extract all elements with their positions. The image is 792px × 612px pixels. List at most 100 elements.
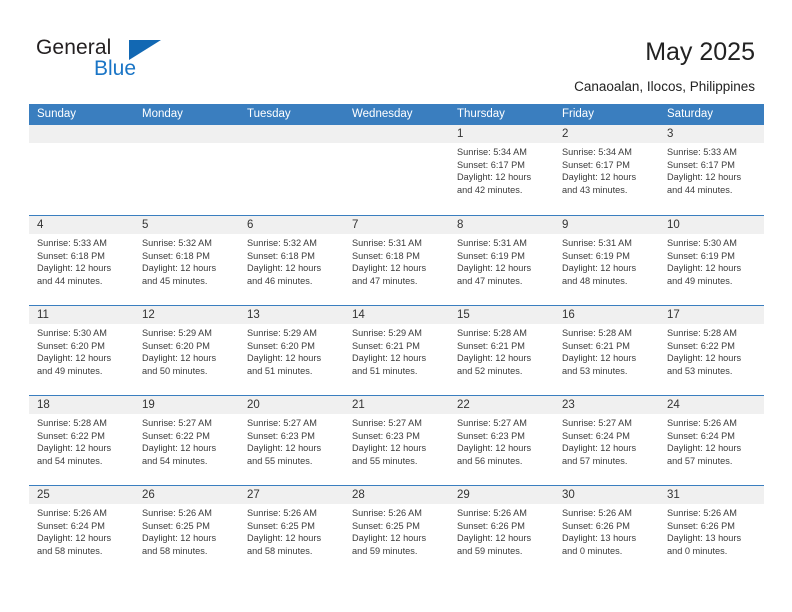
sunrise-text: Sunrise: 5:28 AM — [562, 328, 632, 338]
day-number: 15 — [449, 306, 554, 324]
day-cell[interactable]: 30 Sunrise: 5:26 AM Sunset: 6:26 PM Dayligh… — [554, 486, 659, 575]
day-cell[interactable]: 2 Sunrise: 5:34 AM Sunset: 6:17 PM Daylight… — [554, 125, 659, 215]
day-number: 27 — [239, 486, 344, 504]
day-cell[interactable]: 6 Sunrise: 5:32 AM Sunset: 6:18 PM Daylight… — [239, 216, 344, 305]
daylight-text: Daylight: 12 hours and 57 minutes. — [562, 443, 637, 466]
day-number: 7 — [344, 216, 449, 234]
day-details: Sunrise: 5:31 AM Sunset: 6:18 PM Daylight:… — [344, 234, 449, 287]
day-details: Sunrise: 5:27 AM Sunset: 6:22 PM Daylight:… — [134, 414, 239, 467]
day-number: 18 — [29, 396, 134, 414]
sunrise-text: Sunrise: 5:32 AM — [142, 238, 212, 248]
weekday-header-monday: Monday — [142, 108, 183, 120]
day-cell[interactable]: 10 Sunrise: 5:30 AM Sunset: 6:19 PM Dayligh… — [659, 216, 764, 305]
daylight-text: Daylight: 12 hours and 54 minutes. — [37, 443, 112, 466]
day-details: Sunrise: 5:26 AM Sunset: 6:24 PM Daylight:… — [29, 504, 134, 557]
sunrise-text: Sunrise: 5:34 AM — [457, 147, 527, 157]
daylight-text: Daylight: 12 hours and 55 minutes. — [247, 443, 322, 466]
day-cell-empty — [134, 125, 239, 215]
sunrise-text: Sunrise: 5:27 AM — [352, 418, 422, 428]
day-cell[interactable]: 17 Sunrise: 5:28 AM Sunset: 6:22 PM Dayligh… — [659, 306, 764, 395]
day-cell[interactable]: 25 Sunrise: 5:26 AM Sunset: 6:24 PM Dayligh… — [29, 486, 134, 575]
daylight-text: Daylight: 12 hours and 59 minutes. — [352, 533, 427, 556]
location-subtitle: Canaoalan, Ilocos, Philippines — [574, 79, 755, 94]
sunrise-text: Sunrise: 5:31 AM — [457, 238, 527, 248]
calendar-grid: Sunday Monday Tuesday Wednesday Thursday Frid… — [29, 104, 764, 575]
day-number: 3 — [659, 125, 764, 143]
day-cell[interactable]: 21 Sunrise: 5:27 AM Sunset: 6:23 PM Dayligh… — [344, 396, 449, 485]
day-details: Sunrise: 5:28 AM Sunset: 6:21 PM Daylight:… — [449, 324, 554, 377]
day-cell[interactable]: 5 Sunrise: 5:32 AM Sunset: 6:18 PM Daylight… — [134, 216, 239, 305]
daylight-text: Daylight: 12 hours and 47 minutes. — [352, 263, 427, 286]
day-details: Sunrise: 5:34 AM Sunset: 6:17 PM Daylight:… — [449, 143, 554, 196]
day-cell[interactable]: 11 Sunrise: 5:30 AM Sunset: 6:20 PM Dayligh… — [29, 306, 134, 395]
day-number: 2 — [554, 125, 659, 143]
day-details: Sunrise: 5:26 AM Sunset: 6:24 PM Daylight:… — [659, 414, 764, 467]
day-cell[interactable]: 24 Sunrise: 5:26 AM Sunset: 6:24 PM Dayligh… — [659, 396, 764, 485]
week-row: 11 Sunrise: 5:30 AM Sunset: 6:20 PM Dayligh… — [29, 305, 764, 395]
daylight-text: Daylight: 12 hours and 49 minutes. — [667, 263, 742, 286]
sunrise-text: Sunrise: 5:26 AM — [142, 508, 212, 518]
day-cell[interactable]: 22 Sunrise: 5:27 AM Sunset: 6:23 PM Dayligh… — [449, 396, 554, 485]
day-details: Sunrise: 5:28 AM Sunset: 6:22 PM Daylight:… — [29, 414, 134, 467]
sunrise-text: Sunrise: 5:34 AM — [562, 147, 632, 157]
sunrise-text: Sunrise: 5:27 AM — [247, 418, 317, 428]
day-cell[interactable]: 14 Sunrise: 5:29 AM Sunset: 6:21 PM Dayligh… — [344, 306, 449, 395]
daylight-text: Daylight: 12 hours and 52 minutes. — [457, 353, 532, 376]
day-cell[interactable]: 23 Sunrise: 5:27 AM Sunset: 6:24 PM Dayligh… — [554, 396, 659, 485]
sunset-text: Sunset: 6:20 PM — [142, 340, 210, 351]
day-cell[interactable]: 18 Sunrise: 5:28 AM Sunset: 6:22 PM Dayligh… — [29, 396, 134, 485]
weekday-header-row: Sunday Monday Tuesday Wednesday Thursday Frid… — [29, 104, 764, 125]
day-cell[interactable]: 9 Sunrise: 5:31 AM Sunset: 6:19 PM Daylight… — [554, 216, 659, 305]
day-cell[interactable]: 8 Sunrise: 5:31 AM Sunset: 6:19 PM Daylight… — [449, 216, 554, 305]
sunset-text: Sunset: 6:21 PM — [457, 340, 525, 351]
day-details: Sunrise: 5:26 AM Sunset: 6:26 PM Daylight:… — [449, 504, 554, 557]
sunrise-text: Sunrise: 5:32 AM — [247, 238, 317, 248]
weekday-header-saturday: Saturday — [667, 108, 714, 120]
sunrise-text: Sunrise: 5:26 AM — [37, 508, 107, 518]
day-cell[interactable]: 15 Sunrise: 5:28 AM Sunset: 6:21 PM Dayligh… — [449, 306, 554, 395]
day-cell[interactable]: 20 Sunrise: 5:27 AM Sunset: 6:23 PM Dayligh… — [239, 396, 344, 485]
day-cell[interactable]: 26 Sunrise: 5:26 AM Sunset: 6:25 PM Dayligh… — [134, 486, 239, 575]
sunset-text: Sunset: 6:22 PM — [142, 430, 210, 441]
weekday-header-wednesday: Wednesday — [352, 108, 413, 120]
day-cell[interactable]: 12 Sunrise: 5:29 AM Sunset: 6:20 PM Dayligh… — [134, 306, 239, 395]
sunset-text: Sunset: 6:26 PM — [457, 520, 525, 531]
week-row: 1 Sunrise: 5:34 AM Sunset: 6:17 PM Daylight… — [29, 125, 764, 215]
sunrise-text: Sunrise: 5:30 AM — [667, 238, 737, 248]
day-cell[interactable]: 1 Sunrise: 5:34 AM Sunset: 6:17 PM Daylight… — [449, 125, 554, 215]
sunrise-text: Sunrise: 5:29 AM — [142, 328, 212, 338]
day-details: Sunrise: 5:32 AM Sunset: 6:18 PM Daylight:… — [134, 234, 239, 287]
day-cell[interactable]: 13 Sunrise: 5:29 AM Sunset: 6:20 PM Dayligh… — [239, 306, 344, 395]
day-cell[interactable]: 27 Sunrise: 5:26 AM Sunset: 6:25 PM Dayligh… — [239, 486, 344, 575]
day-cell[interactable]: 3 Sunrise: 5:33 AM Sunset: 6:17 PM Daylight… — [659, 125, 764, 215]
sunset-text: Sunset: 6:17 PM — [667, 159, 735, 170]
daylight-text: Daylight: 12 hours and 54 minutes. — [142, 443, 217, 466]
day-cell[interactable]: 4 Sunrise: 5:33 AM Sunset: 6:18 PM Daylight… — [29, 216, 134, 305]
sunrise-text: Sunrise: 5:29 AM — [247, 328, 317, 338]
sunrise-text: Sunrise: 5:28 AM — [457, 328, 527, 338]
sunset-text: Sunset: 6:23 PM — [457, 430, 525, 441]
day-cell[interactable]: 19 Sunrise: 5:27 AM Sunset: 6:22 PM Dayligh… — [134, 396, 239, 485]
day-cell[interactable]: 16 Sunrise: 5:28 AM Sunset: 6:21 PM Dayligh… — [554, 306, 659, 395]
day-cell[interactable]: 7 Sunrise: 5:31 AM Sunset: 6:18 PM Daylight… — [344, 216, 449, 305]
day-number: 17 — [659, 306, 764, 324]
sunrise-text: Sunrise: 5:29 AM — [352, 328, 422, 338]
day-number: 12 — [134, 306, 239, 324]
day-cell[interactable]: 28 Sunrise: 5:26 AM Sunset: 6:25 PM Dayligh… — [344, 486, 449, 575]
sunset-text: Sunset: 6:25 PM — [142, 520, 210, 531]
day-number: 20 — [239, 396, 344, 414]
day-number — [239, 125, 344, 143]
day-cell[interactable]: 31 Sunrise: 5:26 AM Sunset: 6:26 PM Dayligh… — [659, 486, 764, 575]
sunset-text: Sunset: 6:21 PM — [352, 340, 420, 351]
day-number: 21 — [344, 396, 449, 414]
day-details: Sunrise: 5:34 AM Sunset: 6:17 PM Daylight:… — [554, 143, 659, 196]
sunrise-text: Sunrise: 5:26 AM — [562, 508, 632, 518]
day-cell[interactable]: 29 Sunrise: 5:26 AM Sunset: 6:26 PM Dayligh… — [449, 486, 554, 575]
day-details: Sunrise: 5:27 AM Sunset: 6:23 PM Daylight:… — [449, 414, 554, 467]
sunset-text: Sunset: 6:21 PM — [562, 340, 630, 351]
day-details: Sunrise: 5:27 AM Sunset: 6:23 PM Daylight:… — [344, 414, 449, 467]
day-details: Sunrise: 5:32 AM Sunset: 6:18 PM Daylight:… — [239, 234, 344, 287]
general-blue-logo[interactable]: General Blue — [36, 36, 266, 88]
day-number: 11 — [29, 306, 134, 324]
day-number: 22 — [449, 396, 554, 414]
